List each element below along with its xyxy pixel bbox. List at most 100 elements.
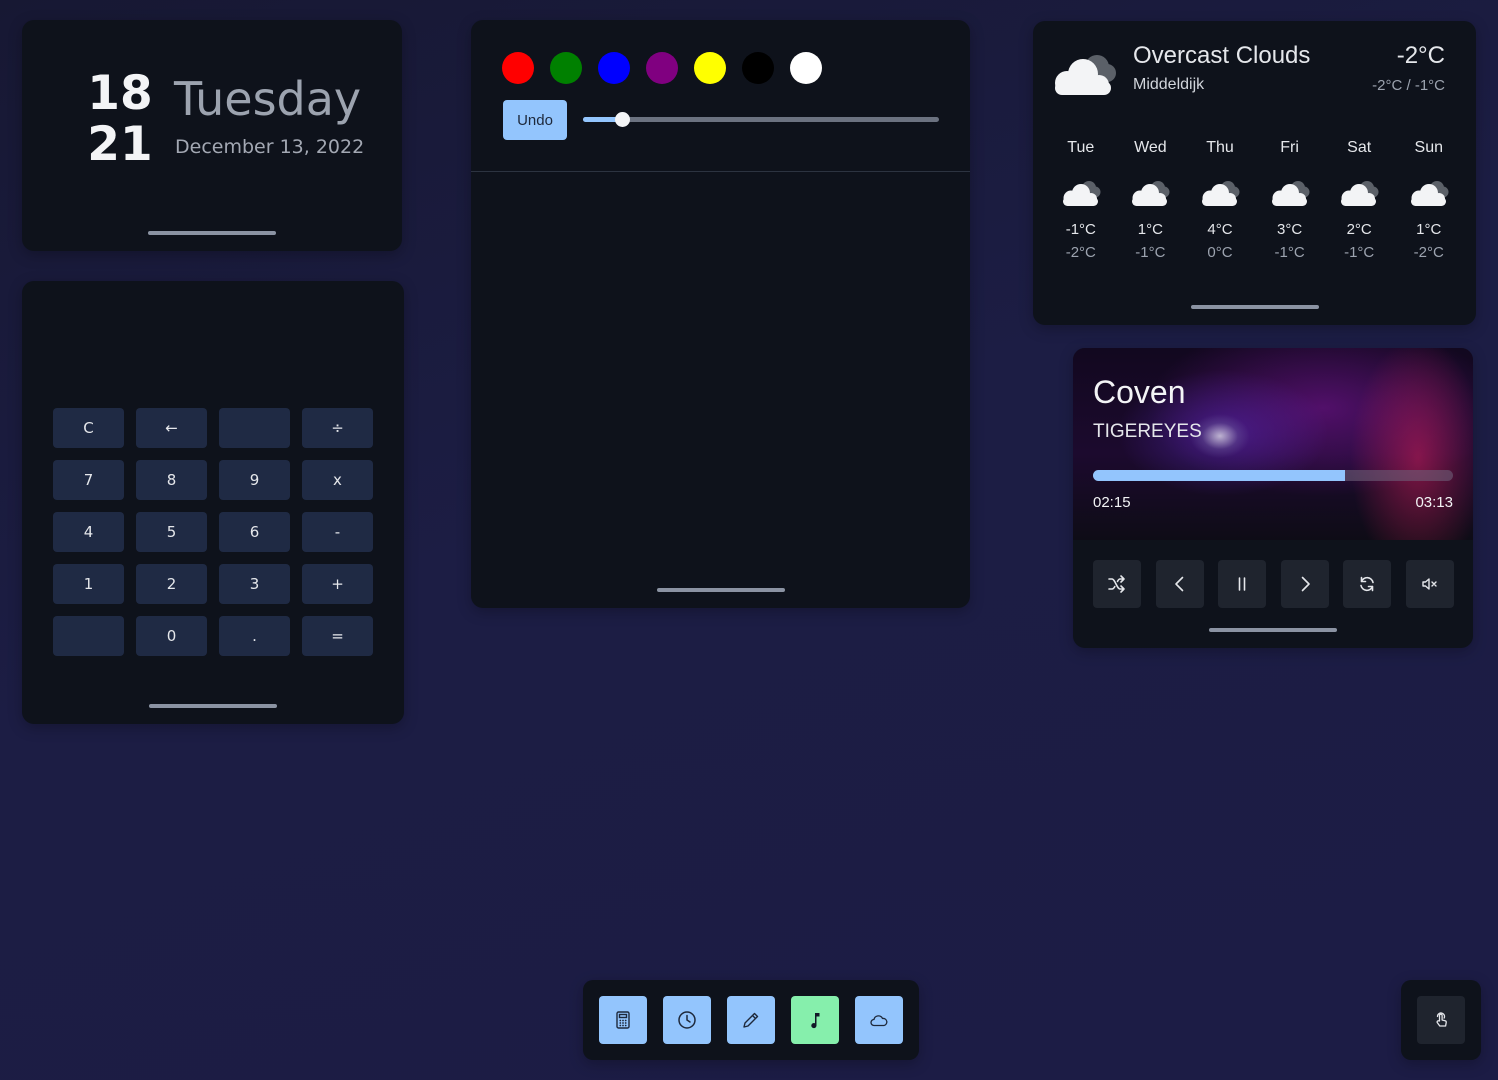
- forecast-day: Thu 4°C 0°C: [1185, 139, 1255, 261]
- forecast-day: Wed 1°C -1°C: [1116, 139, 1186, 261]
- cloud-icon: [1271, 181, 1310, 206]
- drag-handle[interactable]: [149, 704, 277, 708]
- music-widget: Coven TIGEREYES 02:15 03:13: [1073, 348, 1473, 648]
- calc-key-7[interactable]: 7: [53, 460, 124, 500]
- calc-key-0[interactable]: 0: [136, 616, 207, 656]
- calc-key-6[interactable]: 6: [219, 512, 290, 552]
- cloud-icon: [1055, 55, 1116, 95]
- forecast-day: Fri 3°C -1°C: [1255, 139, 1325, 261]
- forecast-day-name: Fri: [1280, 139, 1299, 156]
- dock-calculator-button[interactable]: [599, 996, 647, 1044]
- color-swatch-white[interactable]: [790, 52, 822, 84]
- player-controls: [1093, 560, 1454, 608]
- drag-handle[interactable]: [1190, 305, 1319, 309]
- calculator-icon: [616, 1011, 630, 1029]
- color-swatch-black[interactable]: [742, 52, 774, 84]
- forecast-day-name: Sun: [1414, 139, 1443, 156]
- calc-key-3[interactable]: 3: [219, 564, 290, 604]
- forecast-low: -2°C: [1065, 244, 1096, 261]
- clock-widget: 18 21 Tuesday December 13, 2022: [22, 20, 402, 251]
- forecast-day: Tue -1°C -2°C: [1046, 139, 1116, 261]
- forecast-day: Sun 1°C -2°C: [1394, 139, 1464, 261]
- cloud-icon: [1062, 181, 1101, 206]
- app-dock: [583, 980, 919, 1060]
- color-swatch-purple[interactable]: [646, 52, 678, 84]
- repeat-button[interactable]: [1343, 560, 1392, 608]
- weather-forecast: Tue -1°C -2°C Wed 1°C -1°C Thu 4°C 0°C Fri 3°C -1°C…: [1046, 139, 1464, 261]
- calc-key-plus[interactable]: +: [302, 564, 373, 604]
- brush-size-thumb[interactable]: [615, 112, 631, 127]
- calc-key-decimal[interactable]: .: [219, 616, 290, 656]
- drag-handle[interactable]: [148, 231, 276, 235]
- next-button[interactable]: [1280, 560, 1329, 608]
- weather-condition: Overcast Clouds: [1133, 42, 1311, 69]
- music-note-icon: [811, 1013, 820, 1029]
- undo-button[interactable]: Undo: [503, 100, 567, 140]
- dock-drawing-button[interactable]: [727, 996, 775, 1044]
- track-progress-bar[interactable]: [1093, 470, 1453, 481]
- color-swatch-red[interactable]: [502, 52, 534, 84]
- calc-key-blank[interactable]: [219, 408, 290, 448]
- color-palette: [502, 52, 822, 84]
- track-title: Coven: [1093, 374, 1186, 410]
- forecast-day: Sat 2°C -1°C: [1324, 139, 1394, 261]
- color-swatch-blue[interactable]: [598, 52, 630, 84]
- forecast-day-name: Sat: [1347, 139, 1372, 156]
- forecast-low: 0°C: [1207, 244, 1233, 261]
- forecast-high: -1°C: [1065, 221, 1096, 238]
- drawing-canvas[interactable]: [471, 172, 970, 578]
- calc-key-blank[interactable]: [53, 616, 124, 656]
- calc-key-clear[interactable]: C: [53, 408, 124, 448]
- calculator-widget: C ← ÷ 7 8 9 x 4 5 6- 1 2 3 +0. =: [22, 281, 404, 724]
- shuffle-button[interactable]: [1093, 560, 1141, 608]
- cloud-icon: [1132, 181, 1170, 206]
- weather-temp-range: -2°C / -1°C: [1372, 77, 1445, 94]
- forecast-day-name: Thu: [1206, 139, 1234, 156]
- calc-key-1[interactable]: 1: [53, 564, 124, 604]
- calc-key-multiply[interactable]: x: [302, 460, 373, 500]
- color-swatch-yellow[interactable]: [694, 52, 726, 84]
- forecast-low: -1°C: [1135, 244, 1166, 261]
- forecast-low: -2°C: [1413, 244, 1444, 261]
- calc-key-8[interactable]: 8: [136, 460, 207, 500]
- calc-key-minus[interactable]: -: [302, 512, 373, 552]
- track-progress-fill: [1093, 470, 1345, 481]
- forecast-low: -1°C: [1274, 244, 1305, 261]
- forecast-day-name: Tue: [1067, 139, 1095, 156]
- clock-weekday: Tuesday: [174, 72, 362, 126]
- dock-music-button[interactable]: [791, 996, 839, 1044]
- drag-handle[interactable]: [656, 588, 785, 592]
- dock-weather-button[interactable]: [855, 996, 903, 1044]
- forecast-high: 2°C: [1346, 221, 1372, 238]
- clock-minutes: 21: [87, 117, 153, 172]
- touch-button[interactable]: [1417, 996, 1465, 1044]
- calc-key-equals[interactable]: =: [302, 616, 373, 656]
- forecast-low: -1°C: [1344, 244, 1375, 261]
- mute-button[interactable]: [1405, 560, 1454, 608]
- cloud-icon: [1201, 181, 1240, 206]
- track-duration: 03:13: [1415, 494, 1453, 511]
- calc-key-4[interactable]: 4: [53, 512, 124, 552]
- calc-key-5[interactable]: 5: [136, 512, 207, 552]
- pause-button[interactable]: [1218, 560, 1267, 608]
- weather-widget: Overcast Clouds Middeldijk -2°C -2°C / -…: [1033, 21, 1476, 325]
- calculator-keypad: C ← ÷ 7 8 9 x 4 5 6- 1 2 3 +0. =: [53, 408, 373, 656]
- forecast-high: 3°C: [1276, 221, 1303, 238]
- forecast-day-name: Wed: [1134, 139, 1167, 156]
- calc-key-9[interactable]: 9: [219, 460, 290, 500]
- weather-location: Middeldijk: [1133, 76, 1205, 93]
- dock-clock-button[interactable]: [663, 996, 711, 1044]
- color-swatch-green[interactable]: [550, 52, 582, 84]
- brush-size-slider[interactable]: [583, 112, 939, 127]
- calc-key-2[interactable]: 2: [136, 564, 207, 604]
- mute-icon: [1422, 578, 1437, 590]
- calc-key-divide[interactable]: ÷: [302, 408, 373, 448]
- pause-icon: [1238, 577, 1246, 591]
- weather-current-temp: -2°C: [1396, 42, 1445, 69]
- forecast-high: 1°C: [1416, 221, 1442, 238]
- drag-handle[interactable]: [1209, 628, 1337, 632]
- previous-icon: [1174, 576, 1183, 592]
- previous-button[interactable]: [1155, 560, 1204, 608]
- dock-apps: [599, 996, 903, 1044]
- calc-key-backspace[interactable]: ←: [136, 408, 207, 448]
